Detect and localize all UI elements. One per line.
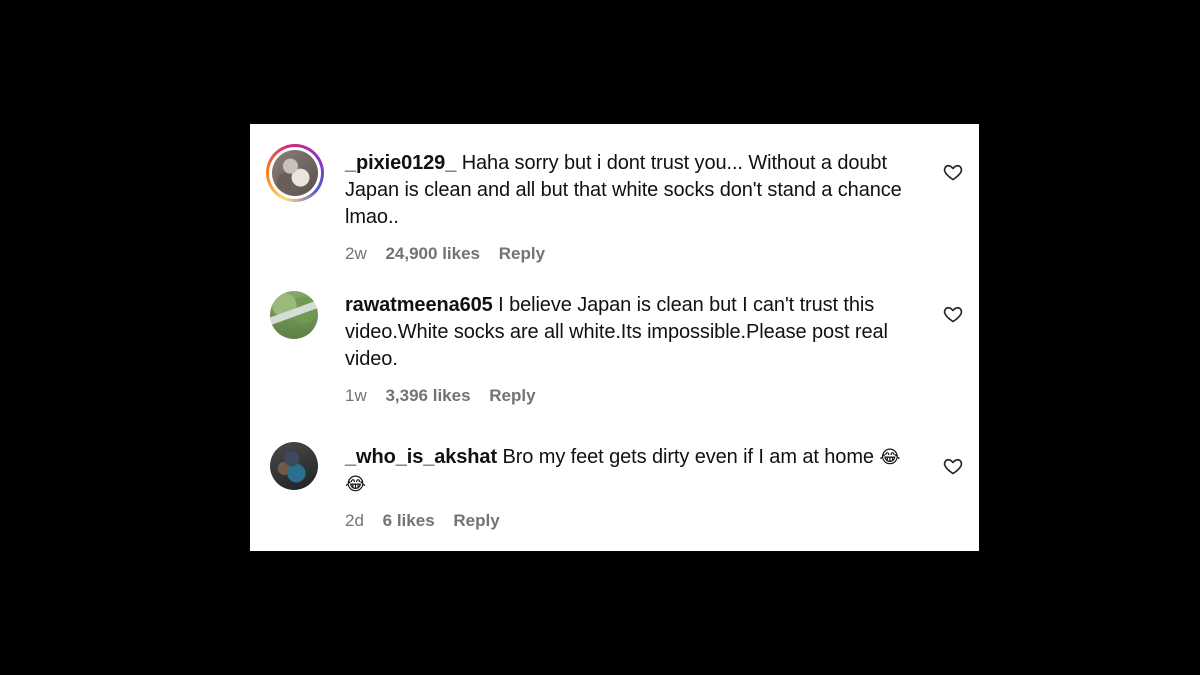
comment-meta: 2w 24,900 likes Reply: [345, 244, 559, 264]
comment-username[interactable]: _who_is_akshat: [345, 446, 497, 468]
comment-username[interactable]: _pixie0129_: [345, 152, 456, 174]
reply-button[interactable]: Reply: [499, 244, 545, 263]
comment-text: rawatmeena605 I believe Japan is clean b…: [345, 292, 935, 373]
comment-text: _who_is_akshat Bro my feet gets dirty ev…: [345, 444, 935, 498]
comment-time: 2w: [345, 244, 367, 263]
avatar[interactable]: [270, 442, 318, 490]
laughing-emoji-icon: 😂: [879, 447, 901, 468]
avatar-story-ring[interactable]: [266, 144, 324, 202]
heart-outline-icon[interactable]: [943, 162, 963, 182]
comment-body-line: lmao..: [345, 206, 399, 228]
comment-body-line: Haha sorry but i dont trust you... Witho…: [461, 152, 887, 174]
comment-body-line: video.White socks are all white.Its impo…: [345, 321, 888, 343]
comment-text: _pixie0129_ Haha sorry but i dont trust …: [345, 150, 935, 231]
comment-meta: 1w 3,396 likes Reply: [345, 386, 550, 406]
comment-time: 2d: [345, 511, 364, 530]
comment-time: 1w: [345, 386, 367, 405]
avatar[interactable]: [270, 291, 318, 339]
comment-body-line: I believe Japan is clean but I can't tru…: [498, 294, 875, 316]
laughing-emoji-icon: 😂: [345, 474, 366, 495]
avatar: [272, 150, 318, 196]
comment-username[interactable]: rawatmeena605: [345, 294, 493, 316]
comment-likes[interactable]: 24,900 likes: [385, 244, 480, 263]
comment-likes[interactable]: 6 likes: [383, 511, 435, 530]
comments-card: _pixie0129_ Haha sorry but i dont trust …: [250, 124, 979, 551]
comment-body-line: video.: [345, 348, 398, 370]
reply-button[interactable]: Reply: [453, 511, 499, 530]
comment-likes[interactable]: 3,396 likes: [385, 386, 470, 405]
reply-button[interactable]: Reply: [489, 386, 535, 405]
comment-meta: 2d 6 likes Reply: [345, 511, 514, 531]
comment-body-line: Japan is clean and all but that white so…: [345, 179, 902, 201]
heart-outline-icon[interactable]: [943, 304, 963, 324]
comment-body-line: Bro my feet gets dirty even if I am at h…: [502, 446, 874, 468]
heart-outline-icon[interactable]: [943, 456, 963, 476]
